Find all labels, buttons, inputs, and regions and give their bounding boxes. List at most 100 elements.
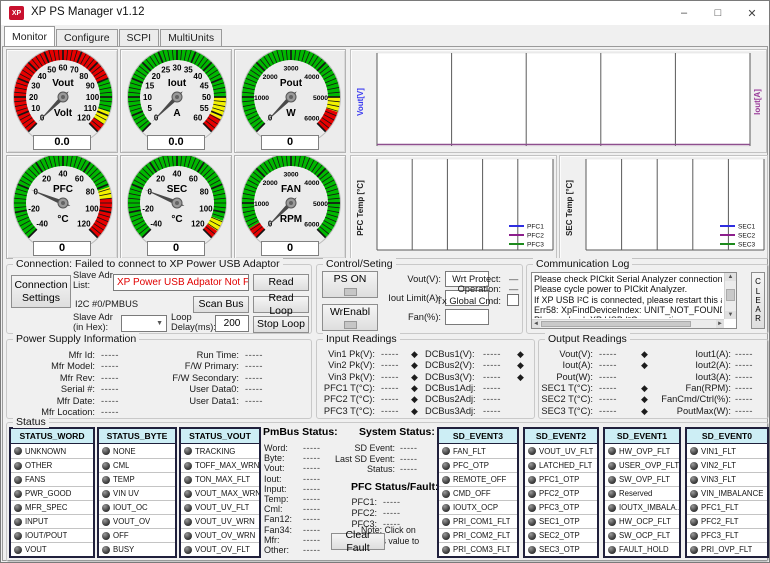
system-value[interactable]: ----- xyxy=(400,443,418,453)
pfc-status-label: PFC3: xyxy=(337,519,377,529)
gauge-name: SEC xyxy=(167,184,188,195)
gauge-vout: 0102030405060708090100110120VoutVolt0.0 xyxy=(6,49,118,153)
legend-label: SEC3 xyxy=(738,242,756,249)
connection-group-title: Connection: Failed to connect to XP Powe… xyxy=(13,258,283,270)
minimize-button[interactable]: – xyxy=(667,1,701,25)
system-row: SD Event:----- xyxy=(7,443,768,454)
scrollbar-thumb[interactable] xyxy=(541,321,691,327)
pmbus-label: Other: xyxy=(264,545,298,555)
tab-monitor[interactable]: Monitor xyxy=(4,26,55,46)
chart-left-axis-label: Vout[V] xyxy=(356,88,365,116)
output-right-value: ----- xyxy=(735,372,753,382)
status-group-title: Status xyxy=(13,416,49,428)
maximize-button[interactable]: □ xyxy=(701,1,735,25)
input-right-row: DCBus2(V):-----◆ xyxy=(317,360,534,371)
scrollbar-thumb[interactable] xyxy=(726,289,735,301)
close-button[interactable]: ✕ xyxy=(735,1,769,25)
input-right-label: DCBus1Adj: xyxy=(425,383,479,393)
pmbus-value[interactable]: ----- xyxy=(303,484,321,494)
chart-sec-temp: SEC Temp [°C]SEC1SEC2SEC3 xyxy=(559,155,768,259)
fan-set-input[interactable] xyxy=(445,309,489,325)
read-loop-button[interactable]: Read Loop xyxy=(253,296,309,313)
legend-label: SEC1 xyxy=(738,224,756,231)
gauge-tick-label: 30 xyxy=(31,82,40,91)
tab-configure[interactable]: Configure xyxy=(56,29,118,46)
pmbus-value[interactable]: ----- xyxy=(303,535,321,545)
pmbus-value[interactable]: ----- xyxy=(303,474,321,484)
loop-delay-input[interactable]: 200 xyxy=(215,315,249,332)
psu-right-label: F/W Secondary: xyxy=(125,373,239,383)
gauge-tick-label: 5 xyxy=(148,104,153,113)
gauge-tick-label: 2000 xyxy=(263,74,278,81)
horizontal-scrollbar[interactable]: ◄ ► xyxy=(532,319,724,328)
gauge-tick-label: 25 xyxy=(161,66,170,75)
status-table-header: STATUS_WORD xyxy=(11,429,93,444)
gauge-tick-label: 120 xyxy=(77,114,91,123)
gauge-tick-label: 45 xyxy=(200,82,209,91)
output-right-label: Iout2(A): xyxy=(651,360,731,370)
output-right-row: Iout2(A): ----- xyxy=(539,360,768,371)
gauge-tick-label: 90 xyxy=(86,82,95,91)
gauge-tick-label: 2000 xyxy=(263,180,278,187)
gauge-tick-label: 60 xyxy=(189,174,198,183)
psu-left-value: ----- xyxy=(101,407,119,417)
fan-set-label: Fan(%): xyxy=(367,312,441,322)
pfc-status-label: PFC2: xyxy=(337,508,377,518)
app-window: XP XP PS Manager v1.12 – □ ✕ MonitorConf… xyxy=(0,0,770,563)
vertical-scrollbar[interactable]: ▲ ▼ xyxy=(724,273,736,319)
pfc-status-value[interactable]: ----- xyxy=(383,519,401,529)
gauge-tick-label: -40 xyxy=(150,220,162,229)
gauge-value-pfc: 0 xyxy=(33,241,91,256)
comm-log-box[interactable]: Please check PICkit Serial Analyzer conn… xyxy=(531,272,737,329)
gauge-tick-label: 20 xyxy=(29,93,38,102)
tab-label: SCPI xyxy=(127,32,152,44)
tab-label: MultiUnits xyxy=(168,32,214,44)
clear-log-button[interactable]: CLEAR xyxy=(751,272,765,329)
gauge-name: PFC xyxy=(53,184,73,195)
wrt-protect-value: — xyxy=(509,274,519,284)
scroll-right-icon[interactable]: ► xyxy=(716,320,724,328)
slave-adr-list-field[interactable]: XP Power USB Adpator Not Found xyxy=(113,274,249,291)
stop-loop-button[interactable]: Stop Loop xyxy=(253,316,309,333)
tab-multiunits[interactable]: MultiUnits xyxy=(160,29,222,46)
status-table-header: SD_EVENT2 xyxy=(525,429,597,444)
pmbus-label: Mfr: xyxy=(264,535,298,545)
slave-adr-select[interactable]: ▼ xyxy=(121,315,167,332)
input-right-value: ----- xyxy=(483,349,501,359)
system-value[interactable]: ----- xyxy=(400,454,418,464)
legend-label: PFC3 xyxy=(527,242,544,249)
gauge-name: Iout xyxy=(168,78,187,89)
gauge-unit: °C xyxy=(171,214,182,225)
tab-scpi[interactable]: SCPI xyxy=(119,29,160,46)
psu-right-row: F/W Secondary:----- xyxy=(7,373,311,384)
gauge-tick-label: 10 xyxy=(31,104,40,113)
log-line: Please check XP USB I²C connection. xyxy=(534,315,722,318)
gauge-tick-label: 15 xyxy=(145,82,154,91)
clear-letter: C xyxy=(755,277,761,286)
psu-right-value: ----- xyxy=(245,396,263,406)
slave-adr-label: Slave Adr (in Hex): xyxy=(73,312,121,333)
output-right-value: ----- xyxy=(735,360,753,370)
gauge-tick-label: 5000 xyxy=(313,201,328,208)
output-right-value: ----- xyxy=(735,394,753,404)
loop-delay-label: Loop Delay(ms): xyxy=(171,312,213,333)
pmbus-value[interactable]: ----- xyxy=(303,545,321,555)
gauge-tick-label: 100 xyxy=(86,93,100,102)
gauge-tick-label: 20 xyxy=(156,174,165,183)
connection-settings-button[interactable]: Connection Settings xyxy=(11,275,71,308)
scroll-up-icon[interactable]: ▲ xyxy=(725,273,736,281)
input-right-value: ----- xyxy=(483,372,501,382)
input-right-label: DCBus1(V): xyxy=(425,349,479,359)
input-right-label: DCBus3(V): xyxy=(425,372,479,382)
output-right-value: ----- xyxy=(735,383,753,393)
pfc-status-value[interactable]: ----- xyxy=(383,497,401,507)
system-value[interactable]: ----- xyxy=(400,464,418,474)
pfc-status-value[interactable]: ----- xyxy=(383,508,401,518)
gauge-tick-label: 40 xyxy=(193,72,202,81)
scan-bus-button[interactable]: Scan Bus xyxy=(193,296,249,313)
read-button[interactable]: Read xyxy=(253,274,309,291)
scroll-left-icon[interactable]: ◄ xyxy=(532,320,540,328)
scroll-down-icon[interactable]: ▼ xyxy=(725,311,736,319)
gauge-unit: °C xyxy=(57,214,68,225)
tx-global-checkbox[interactable] xyxy=(507,294,519,306)
